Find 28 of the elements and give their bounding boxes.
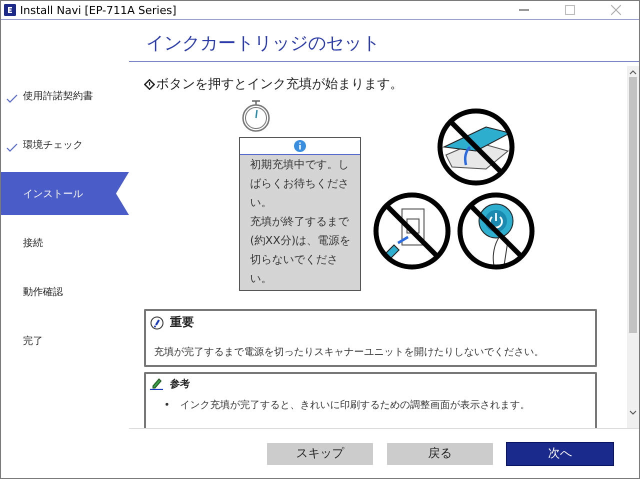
scroll-down-icon[interactable] [629,410,637,416]
step-item: 動作確認 [22,286,64,300]
step-item: インストール [1,172,129,215]
info-text: 充填が終了するまで(約XX分)は、電源を切らないでください。 [250,214,352,287]
important-icon [150,316,164,330]
window-title: Install Navi [EP-711A Series] [20,4,178,16]
check-icon [6,143,18,152]
page-title: インクカートリッジのセット [129,20,639,62]
step-item: 完了 [22,334,44,348]
step-item: 接続 [22,236,44,250]
step-item: 環境チェック [1,123,129,166]
pencil-icon [150,378,164,390]
nav-button[interactable]: スキップ [267,442,373,464]
bullet: • [164,399,170,413]
important-text: 充填が完了するまで電源を切ったりスキャナーユニットを開けたりしないでください。 [154,346,545,359]
instruction-text: ボタンを押すとインク充填が始まります。 [156,76,403,93]
app-icon [4,4,16,16]
scrollbar[interactable] [627,66,639,428]
check-icon [6,94,18,103]
note-heading: 参考 [170,378,190,391]
start-button-icon [144,78,155,90]
scroll-up-icon[interactable] [629,69,637,75]
important-heading: 重要 [170,314,194,331]
nav-button[interactable]: 戻る [387,442,493,464]
note-item: インク充填が完了すると、きれいに印刷するための調整画面が表示されます。 [180,399,530,413]
info-text: 初期充填中です。しばらくお待ちください。 [250,157,350,211]
next-button[interactable]: 次へ [507,442,613,464]
step-item: 使用許諾契約書 [1,74,129,117]
